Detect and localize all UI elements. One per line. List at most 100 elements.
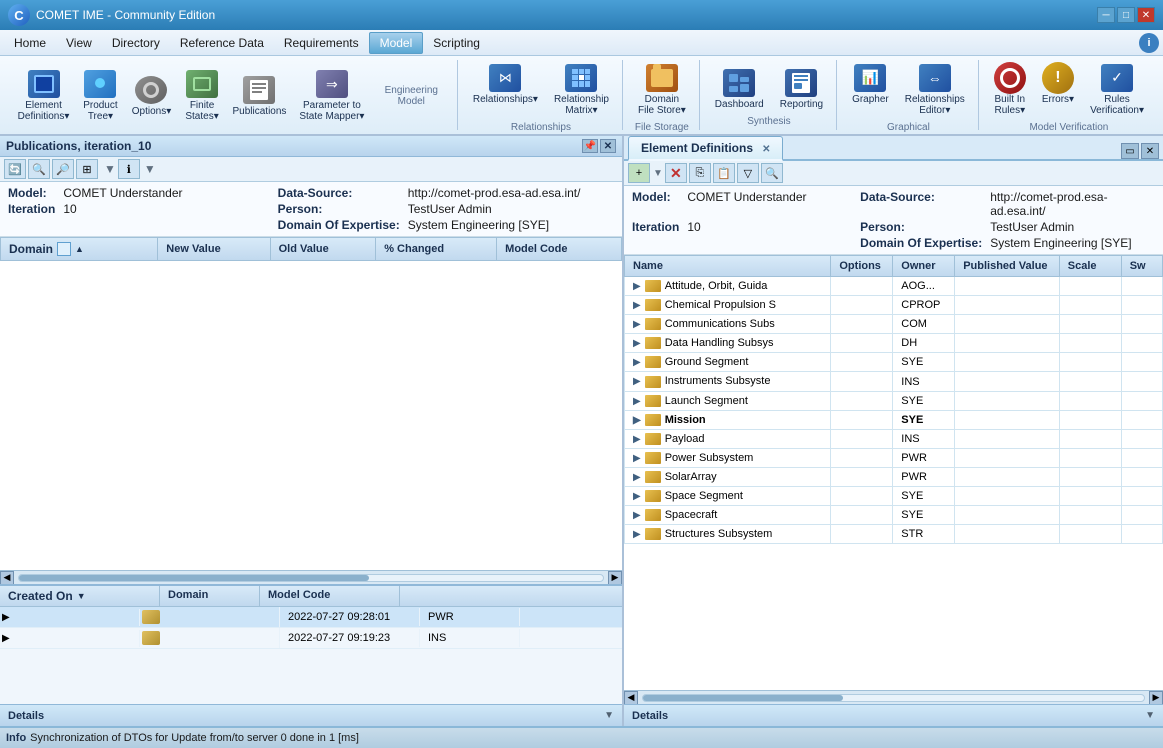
col-created-on[interactable]: Created On ▼ [0,586,160,606]
left-panel-close-button[interactable]: ✕ [600,139,616,153]
col-domain-list[interactable]: Domain [160,586,260,606]
parameter-to-state-button[interactable]: ⇒ Parameter toState Mapper▾ [294,64,370,126]
table-row[interactable]: ▶Communications Subs COM [625,315,1163,334]
expand-btn[interactable]: ▶ [633,319,641,330]
right-col-owner[interactable]: Owner [893,256,955,277]
expand-btn[interactable]: ▶ [633,357,641,368]
menu-scripting[interactable]: Scripting [423,33,490,53]
table-row[interactable]: ▶Launch Segment SYE [625,391,1163,410]
table-row[interactable]: ▶Power Subsystem PWR [625,448,1163,467]
right-details-arrow[interactable]: ▼ [1145,710,1155,721]
reporting-button[interactable]: Reporting [773,63,830,114]
tab-close-panel-button[interactable]: ✕ [1141,143,1159,159]
right-col-sw[interactable]: Sw [1121,256,1162,277]
col-domain[interactable]: Domain ▲ [1,238,158,261]
menu-directory[interactable]: Directory [102,33,170,53]
expand-btn[interactable]: ▶ [633,376,641,387]
list-expand-2[interactable]: ▶ [0,630,140,647]
table-row[interactable]: ▶Mission SYE [625,410,1163,429]
minimize-button[interactable]: ─ [1097,7,1115,23]
col-percent-changed[interactable]: % Changed [376,238,497,261]
options-button[interactable]: Options▾ [126,70,177,121]
right-tb-filter-button[interactable]: ▽ [737,163,759,183]
table-row[interactable]: ▶Chemical Propulsion S CPROP [625,296,1163,315]
restore-button[interactable]: □ [1117,7,1135,23]
left-tb-info-button[interactable]: ℹ [118,159,140,179]
rules-verification-button[interactable]: ✓ RulesVerification▾ [1083,58,1151,120]
publications-icon [243,74,275,106]
col-model-code[interactable]: Model Code [497,238,622,261]
expand-btn[interactable]: ▶ [633,453,641,464]
expand-btn[interactable]: ▶ [633,300,641,311]
expand-btn[interactable]: ▶ [633,472,641,483]
menu-view[interactable]: View [56,33,102,53]
table-row[interactable]: ▶Attitude, Orbit, Guida AOG... [625,277,1163,296]
element-definitions-button[interactable]: ElementDefinitions▾ [12,64,75,126]
right-col-scale[interactable]: Scale [1059,256,1121,277]
table-row[interactable]: ▶Data Handling Subsys DH [625,334,1163,353]
left-tb-new-button[interactable]: 🔄 [4,159,26,179]
left-tb-expand-button[interactable]: ⊞ [76,159,98,179]
col-model-code-list[interactable]: Model Code [260,586,400,606]
expand-btn[interactable]: ▶ [633,434,641,445]
expand-btn[interactable]: ▶ [633,338,641,349]
table-row[interactable]: ▶Ground Segment SYE [625,353,1163,372]
built-in-rules-button[interactable]: Built InRules▾ [987,58,1033,120]
errors-button[interactable]: ! Errors▾ [1035,58,1081,120]
close-button[interactable]: ✕ [1137,7,1155,23]
list-item[interactable]: ▶ 2022-07-27 09:28:01 PWR [0,607,622,628]
left-tb-filter-button[interactable]: 🔎 [52,159,74,179]
table-row[interactable]: ▶Instruments Subsyste INS [625,372,1163,391]
finite-states-button[interactable]: FiniteStates▾ [179,64,225,126]
menu-home[interactable]: Home [4,33,56,53]
table-row[interactable]: ▶Structures Subsystem STR [625,525,1163,544]
grapher-button[interactable]: 📊 Grapher [845,58,896,120]
left-h-scroll-track[interactable] [18,574,604,582]
tab-element-definitions[interactable]: Element Definitions ✕ [628,136,783,161]
expand-btn[interactable]: ▶ [633,491,641,502]
tab-close-button[interactable]: ✕ [762,144,770,155]
list-item[interactable]: ▶ 2022-07-27 09:19:23 INS [0,628,622,649]
expand-btn[interactable]: ▶ [633,415,641,426]
right-tb-paste-button[interactable]: 📋 [713,163,735,183]
right-tb-search-button[interactable]: 🔍 [761,163,783,183]
row-scale [1059,277,1121,296]
left-details-arrow[interactable]: ▼ [604,710,614,721]
dashboard-button[interactable]: Dashboard [708,63,771,114]
menu-model[interactable]: Model [369,32,424,54]
right-col-options[interactable]: Options [831,256,893,277]
menu-reference-data[interactable]: Reference Data [170,33,274,53]
right-tb-delete-button[interactable]: ✕ [665,163,687,183]
left-panel-pin-button[interactable]: 📌 [582,139,598,153]
right-h-scrollbar[interactable]: ◀ ▶ [624,690,1163,704]
right-tb-add-button[interactable]: + [628,163,650,183]
expand-btn[interactable]: ▶ [633,510,641,521]
right-h-scroll-track[interactable] [642,694,1145,702]
domain-file-store-button[interactable]: DomainFile Store▾ [631,58,693,120]
product-tree-button[interactable]: ProductTree▾ [77,64,124,126]
menu-requirements[interactable]: Requirements [274,33,369,53]
help-button[interactable]: i [1139,33,1159,53]
publications-button[interactable]: Publications [227,70,292,121]
expand-btn[interactable]: ▶ [633,529,641,540]
table-row[interactable]: ▶Payload INS [625,429,1163,448]
table-row[interactable]: ▶Space Segment SYE [625,487,1163,506]
right-person-label: Person: [860,220,982,234]
left-tb-search-button[interactable]: 🔍 [28,159,50,179]
relationships-editor-button[interactable]: ⇔ RelationshipsEditor▾ [898,58,972,120]
col-old-value[interactable]: Old Value [270,238,376,261]
table-row[interactable]: ▶SolarArray PWR [625,467,1163,486]
col-new-value[interactable]: New Value [158,238,270,261]
right-col-published-value[interactable]: Published Value [955,256,1060,277]
expand-btn[interactable]: ▶ [633,281,641,292]
left-h-scrollbar[interactable]: ◀ ▶ [0,570,622,584]
domain-checkbox[interactable] [57,242,71,256]
relationships-button[interactable]: ⋈ Relationships▾ [466,58,545,120]
expand-btn[interactable]: ▶ [633,396,641,407]
tab-restore-button[interactable]: ▭ [1121,143,1139,159]
right-col-name[interactable]: Name [625,256,831,277]
table-row[interactable]: ▶Spacecraft SYE [625,506,1163,525]
right-tb-copy-button[interactable]: ⎘ [689,163,711,183]
relationship-matrix-button[interactable]: RelationshipMatrix▾ [547,58,616,120]
list-expand-1[interactable]: ▶ [0,609,140,626]
